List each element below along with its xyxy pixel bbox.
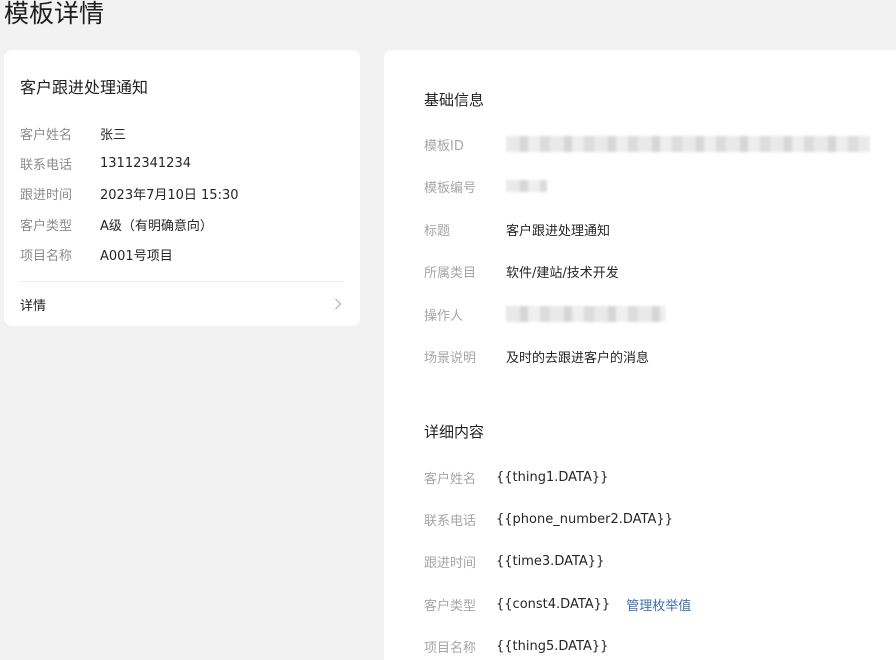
operator-row: 操作人	[424, 304, 666, 324]
preview-field-value: A001号项目	[100, 249, 173, 265]
detail-row-label: 跟进时间	[424, 555, 477, 571]
manage-enum-values-link[interactable]: 管理枚举值	[626, 595, 691, 614]
message-preview-card: 客户跟进处理通知 客户姓名 张三 联系电话 13112341234 跟进时间 2…	[4, 50, 360, 326]
preview-field-value: A级（有明确意向）	[100, 218, 213, 234]
operator-blurred-value	[506, 306, 666, 322]
detail-row-label: 联系电话	[424, 513, 477, 529]
preview-field-row: 联系电话 13112341234	[20, 148, 344, 178]
title-row: 标题 客户跟进处理通知	[424, 219, 610, 239]
category-row: 所属类目 软件/建站/技术开发	[424, 261, 619, 281]
preview-field-row: 跟进时间 2023年7月10日 15:30	[20, 179, 344, 209]
preview-field-label: 联系电话	[20, 158, 73, 174]
detail-row: 项目名称 {{thing5.DATA}}	[424, 636, 608, 656]
detail-row-value: {{const4.DATA}}	[496, 596, 611, 612]
preview-field-row: 客户类型 A级（有明确意向）	[20, 209, 344, 239]
detail-row: 跟进时间 {{time3.DATA}}	[424, 551, 604, 571]
basic-info-title: 基础信息	[424, 91, 485, 109]
template-id-label: 模板ID	[424, 138, 464, 154]
preview-field-label: 客户姓名	[20, 127, 73, 143]
preview-detail-link[interactable]: 详情	[20, 294, 344, 314]
category-label: 所属类目	[424, 265, 477, 281]
preview-field-label: 客户类型	[20, 218, 73, 234]
detail-content-title: 详细内容	[424, 423, 485, 441]
template-no-row: 模板编号	[424, 176, 547, 196]
detail-row-label: 客户姓名	[424, 471, 477, 487]
operator-label: 操作人	[424, 308, 464, 324]
preview-field-value: 张三	[100, 127, 127, 143]
chevron-right-icon	[332, 298, 344, 310]
scene-value: 及时的去跟进客户的消息	[506, 350, 650, 366]
scene-label: 场景说明	[424, 350, 477, 366]
preview-field-row: 项目名称 A001号项目	[20, 240, 344, 270]
preview-field-label: 项目名称	[20, 249, 73, 265]
template-id-row: 模板ID	[424, 134, 870, 154]
template-id-blurred-value	[506, 136, 870, 152]
detail-row-value: {{time3.DATA}}	[496, 553, 605, 569]
detail-row-value: {{thing5.DATA}}	[496, 638, 609, 654]
scene-row: 场景说明 及时的去跟进客户的消息	[424, 346, 649, 366]
preview-field-row: 客户姓名 张三	[20, 118, 344, 148]
page-title: 模板详情	[4, 0, 105, 28]
title-label: 标题	[424, 223, 451, 239]
detail-row: 客户类型 {{const4.DATA}} 管理枚举值	[424, 594, 691, 614]
template-no-label: 模板编号	[424, 180, 477, 196]
detail-row-label: 客户类型	[424, 598, 477, 614]
preview-field-value: 2023年7月10日 15:30	[100, 188, 239, 204]
title-value: 客户跟进处理通知	[506, 223, 611, 239]
preview-title: 客户跟进处理通知	[20, 78, 149, 97]
preview-field-list: 客户姓名 张三 联系电话 13112341234 跟进时间 2023年7月10日…	[20, 118, 344, 270]
detail-row-value: {{thing1.DATA}}	[496, 469, 609, 485]
category-value: 软件/建站/技术开发	[506, 265, 619, 281]
template-info-panel: 基础信息 模板ID 模板编号 标题 客户跟进处理通知 所属类目 软件/建站/技术…	[384, 50, 896, 660]
preview-divider	[20, 281, 344, 282]
detail-row: 客户姓名 {{thing1.DATA}}	[424, 467, 608, 487]
template-no-blurred-value	[506, 180, 547, 192]
detail-row-label: 项目名称	[424, 640, 477, 656]
detail-row-value: {{phone_number2.DATA}}	[496, 511, 673, 527]
detail-row: 联系电话 {{phone_number2.DATA}}	[424, 509, 673, 529]
preview-field-value: 13112341234	[100, 156, 191, 172]
preview-field-label: 跟进时间	[20, 188, 73, 204]
preview-detail-label: 详情	[20, 298, 47, 314]
